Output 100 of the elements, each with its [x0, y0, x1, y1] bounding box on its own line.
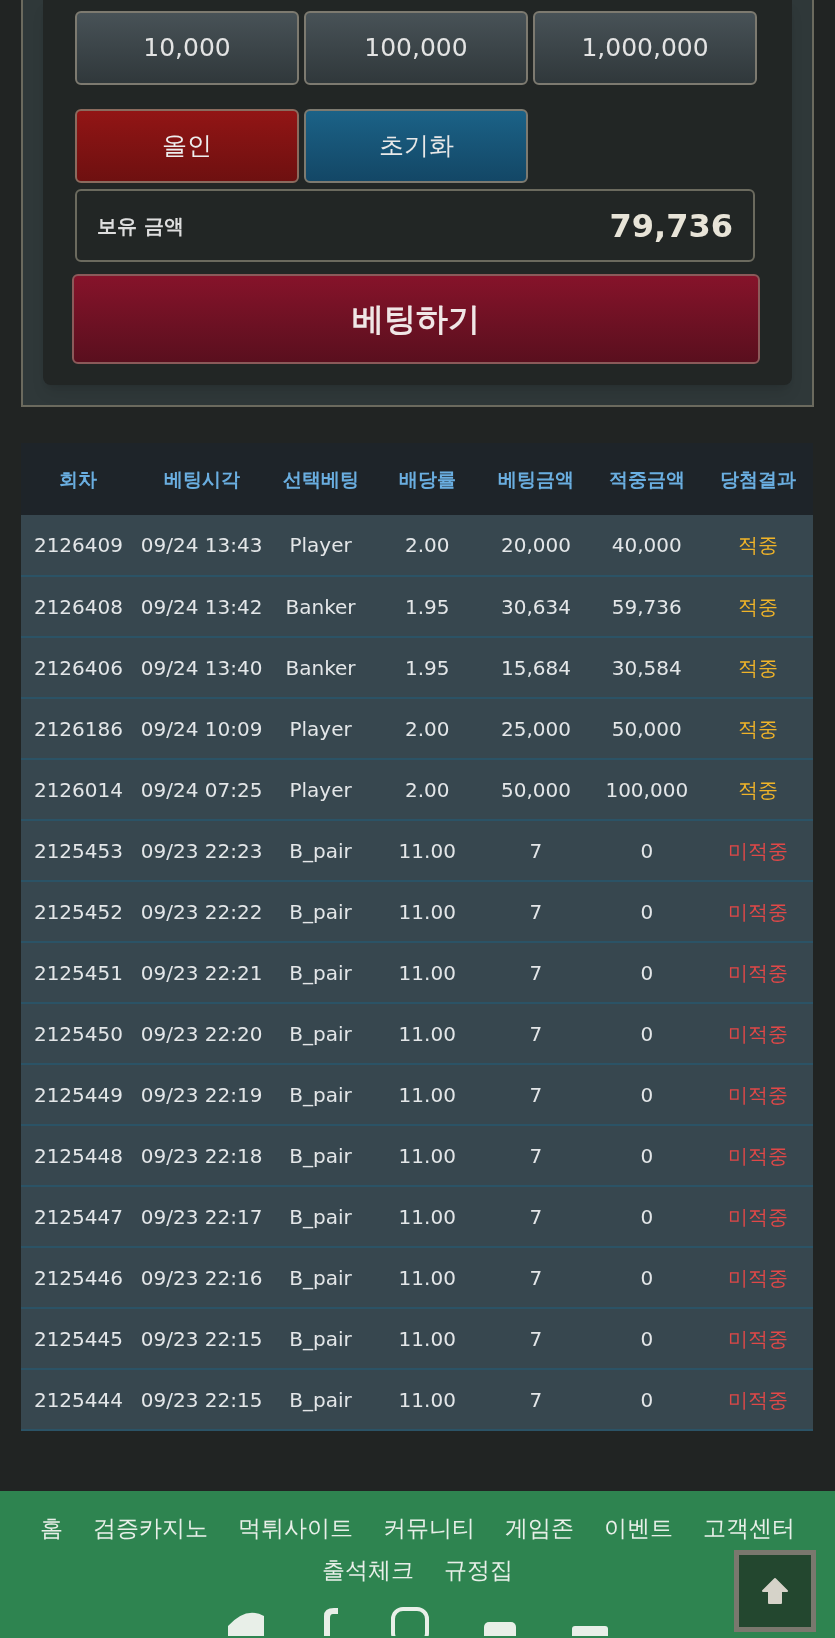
result-cell: 미적중	[702, 1247, 813, 1308]
column-header: 적중금액	[591, 443, 703, 515]
column-header: 베팅시각	[135, 443, 268, 515]
table-cell: 2126014	[21, 759, 136, 820]
table-cell: B_pair	[267, 1125, 374, 1186]
table-cell: 2125446	[21, 1247, 136, 1308]
table-cell: B_pair	[267, 1064, 374, 1125]
table-cell: 0	[591, 1003, 703, 1064]
table-cell: Player	[267, 698, 374, 759]
table-cell: B_pair	[267, 1003, 374, 1064]
table-cell: 2125447	[21, 1186, 136, 1247]
bet-button[interactable]: 베팅하기	[72, 274, 760, 364]
table-cell: 09/24 13:42	[135, 576, 268, 637]
table-cell: 25,000	[480, 698, 592, 759]
table-cell: 7	[480, 881, 592, 942]
table-cell: 2.00	[373, 759, 481, 820]
table-cell: 0	[591, 1247, 703, 1308]
result-cell: 미적중	[702, 1125, 813, 1186]
result-cell: 미적중	[702, 820, 813, 881]
column-header: 당첨결과	[702, 443, 813, 515]
table-cell: 2.00	[373, 515, 481, 576]
table-cell: 09/23 22:18	[135, 1125, 268, 1186]
table-cell: B_pair	[267, 820, 374, 881]
table-cell: 50,000	[591, 698, 703, 759]
table-cell: 09/24 13:40	[135, 637, 268, 698]
table-cell: B_pair	[267, 881, 374, 942]
table-cell: 2.00	[373, 698, 481, 759]
table-cell: 0	[591, 881, 703, 942]
table-cell: 2126406	[21, 637, 136, 698]
table-cell: 0	[591, 1369, 703, 1430]
table-cell: 09/23 22:15	[135, 1369, 268, 1430]
result-cell: 미적중	[702, 881, 813, 942]
table-cell: 11.00	[373, 881, 481, 942]
reset-button[interactable]: 초기화	[304, 109, 528, 183]
table-cell: Player	[267, 759, 374, 820]
table-cell: 09/23 22:15	[135, 1308, 268, 1369]
table-cell: 7	[480, 1125, 592, 1186]
table-cell: 11.00	[373, 1369, 481, 1430]
footer-link[interactable]: 커뮤니티	[383, 1513, 475, 1543]
scroll-top-button[interactable]	[734, 1550, 816, 1632]
table-cell: 09/24 10:09	[135, 698, 268, 759]
table-cell: 09/23 22:17	[135, 1186, 268, 1247]
table-cell: 2126186	[21, 698, 136, 759]
footer-link[interactable]: 홈	[40, 1513, 63, 1543]
result-cell: 미적중	[702, 1369, 813, 1430]
footer-link[interactable]: 규정집	[444, 1553, 513, 1588]
all-in-button[interactable]: 올인	[75, 109, 299, 183]
table-cell: 09/24 07:25	[135, 759, 268, 820]
table-cell: 0	[591, 1308, 703, 1369]
table-cell: 2126409	[21, 515, 136, 576]
table-cell: 7	[480, 1308, 592, 1369]
table-cell: 09/23 22:16	[135, 1247, 268, 1308]
amount-button[interactable]: 1,000,000	[533, 11, 757, 85]
table-cell: 11.00	[373, 1308, 481, 1369]
table-cell: 2125445	[21, 1308, 136, 1369]
table-cell: B_pair	[267, 1369, 374, 1430]
table-cell: 11.00	[373, 1003, 481, 1064]
result-cell: 적중	[702, 576, 813, 637]
footer-link[interactable]: 먹튀사이트	[238, 1513, 353, 1543]
column-header: 배당률	[373, 443, 481, 515]
result-cell: 적중	[702, 759, 813, 820]
footer-link[interactable]: 출석체크	[322, 1553, 414, 1588]
footer-link[interactable]: 검증카지노	[93, 1513, 208, 1543]
table-cell: 0	[591, 1064, 703, 1125]
table-cell: 2126408	[21, 576, 136, 637]
table-cell: 11.00	[373, 1125, 481, 1186]
footer-link[interactable]: 게임존	[505, 1513, 574, 1543]
table-cell: 30,634	[480, 576, 592, 637]
table-cell: Banker	[267, 637, 374, 698]
table-cell: 11.00	[373, 1186, 481, 1247]
table-cell: 09/23 22:23	[135, 820, 268, 881]
table-cell: 7	[480, 1186, 592, 1247]
table-cell: Player	[267, 515, 374, 576]
result-cell: 미적중	[702, 1003, 813, 1064]
table-cell: 2125449	[21, 1064, 136, 1125]
table-cell: 09/23 22:20	[135, 1003, 268, 1064]
amount-button[interactable]: 100,000	[304, 11, 528, 85]
result-cell: 미적중	[702, 942, 813, 1003]
table-cell: 7	[480, 942, 592, 1003]
table-cell: 0	[591, 820, 703, 881]
table-cell: 7	[480, 1064, 592, 1125]
footer-link[interactable]: 이벤트	[604, 1513, 673, 1543]
result-cell: 적중	[702, 515, 813, 576]
column-header: 회차	[21, 443, 136, 515]
footer-link[interactable]: 고객센터	[703, 1513, 795, 1543]
table-cell: 11.00	[373, 1247, 481, 1308]
table-cell: 0	[591, 1186, 703, 1247]
balance-label: 보유 금액	[97, 212, 184, 240]
table-cell: 59,736	[591, 576, 703, 637]
table-cell: 11.00	[373, 942, 481, 1003]
table-cell: Banker	[267, 576, 374, 637]
table-cell: 100,000	[591, 759, 703, 820]
table-cell: 2125444	[21, 1369, 136, 1430]
table-cell: B_pair	[267, 1308, 374, 1369]
table-cell: 7	[480, 820, 592, 881]
table-cell: 09/23 22:22	[135, 881, 268, 942]
table-cell: 30,584	[591, 637, 703, 698]
table-cell: 50,000	[480, 759, 592, 820]
amount-button[interactable]: 10,000	[75, 11, 299, 85]
result-cell: 미적중	[702, 1308, 813, 1369]
